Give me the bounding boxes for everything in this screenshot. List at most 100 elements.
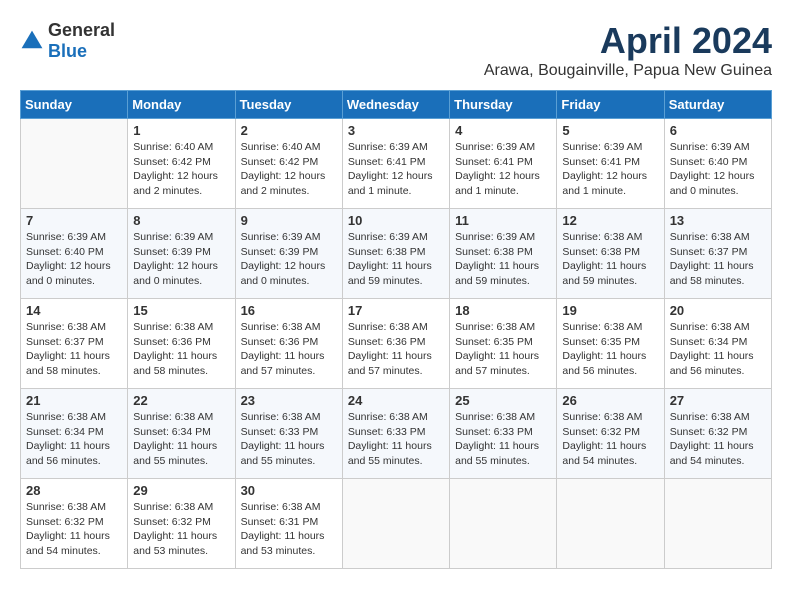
day-number: 22 bbox=[133, 393, 229, 408]
logo-icon bbox=[20, 29, 44, 53]
day-info: Sunrise: 6:39 AMSunset: 6:41 PMDaylight:… bbox=[348, 140, 444, 199]
calendar-cell: 21Sunrise: 6:38 AMSunset: 6:34 PMDayligh… bbox=[21, 389, 128, 479]
calendar-cell bbox=[450, 479, 557, 569]
day-number: 11 bbox=[455, 213, 551, 228]
calendar-cell bbox=[664, 479, 771, 569]
day-info: Sunrise: 6:38 AMSunset: 6:37 PMDaylight:… bbox=[26, 320, 122, 379]
day-number: 26 bbox=[562, 393, 658, 408]
week-row-3: 14Sunrise: 6:38 AMSunset: 6:37 PMDayligh… bbox=[21, 299, 772, 389]
day-info: Sunrise: 6:38 AMSunset: 6:36 PMDaylight:… bbox=[348, 320, 444, 379]
day-info: Sunrise: 6:38 AMSunset: 6:38 PMDaylight:… bbox=[562, 230, 658, 289]
logo-general: General bbox=[48, 20, 115, 40]
column-header-wednesday: Wednesday bbox=[342, 91, 449, 119]
day-number: 17 bbox=[348, 303, 444, 318]
day-info: Sunrise: 6:38 AMSunset: 6:37 PMDaylight:… bbox=[670, 230, 766, 289]
day-info: Sunrise: 6:38 AMSunset: 6:35 PMDaylight:… bbox=[455, 320, 551, 379]
day-number: 13 bbox=[670, 213, 766, 228]
column-header-friday: Friday bbox=[557, 91, 664, 119]
day-number: 8 bbox=[133, 213, 229, 228]
day-info: Sunrise: 6:39 AMSunset: 6:41 PMDaylight:… bbox=[455, 140, 551, 199]
day-number: 3 bbox=[348, 123, 444, 138]
week-row-4: 21 Sunrise: 6:38 AMSunset: 6:34 PMDayligh… bbox=[21, 389, 772, 479]
logo: General Blue bbox=[20, 20, 115, 62]
calendar-cell bbox=[342, 479, 449, 569]
column-header-thursday: Thursday bbox=[450, 91, 557, 119]
page-header: General Blue April 2024 Arawa, Bougainvi… bbox=[20, 20, 772, 80]
day-number: 25 bbox=[455, 393, 551, 408]
day-info: Sunrise: 6:40 AMSunset: 6:42 PMDaylight:… bbox=[133, 140, 229, 199]
day-info: Sunrise: 6:38 AMSunset: 6:32 PMDaylight:… bbox=[670, 410, 766, 469]
day-info: Sunrise: 6:39 AMSunset: 6:40 PMDaylight:… bbox=[26, 230, 122, 289]
calendar-cell: 4 Sunrise: 6:39 AMSunset: 6:41 PMDaylight… bbox=[450, 119, 557, 209]
calendar-cell: 26 Sunrise: 6:38 AMSunset: 6:32 PMDayligh… bbox=[557, 389, 664, 479]
calendar-cell: 11Sunrise: 6:39 AMSunset: 6:38 PMDayligh… bbox=[450, 209, 557, 299]
day-number: 30 bbox=[241, 483, 337, 498]
day-info: Sunrise: 6:38 AMSunset: 6:33 PMDaylight:… bbox=[455, 410, 551, 469]
day-number: 20 bbox=[670, 303, 766, 318]
day-info: Sunrise: 6:39 AMSunset: 6:39 PMDaylight:… bbox=[241, 230, 337, 289]
calendar-cell: 6 Sunrise: 6:39 AMSunset: 6:40 PMDaylight… bbox=[664, 119, 771, 209]
day-number: 9 bbox=[241, 213, 337, 228]
calendar-cell: 12 Sunrise: 6:38 AMSunset: 6:38 PMDayligh… bbox=[557, 209, 664, 299]
calendar-cell: 14Sunrise: 6:38 AMSunset: 6:37 PMDayligh… bbox=[21, 299, 128, 389]
day-number: 29 bbox=[133, 483, 229, 498]
calendar-cell: 7Sunrise: 6:39 AMSunset: 6:40 PMDaylight… bbox=[21, 209, 128, 299]
calendar-cell: 3 Sunrise: 6:39 AMSunset: 6:41 PMDaylight… bbox=[342, 119, 449, 209]
calendar-cell: 19 Sunrise: 6:38 AMSunset: 6:35 PMDayligh… bbox=[557, 299, 664, 389]
calendar-cell: 2Sunrise: 6:40 AMSunset: 6:42 PMDaylight… bbox=[235, 119, 342, 209]
day-number: 18 bbox=[455, 303, 551, 318]
calendar-cell: 25 Sunrise: 6:38 AMSunset: 6:33 PMDayligh… bbox=[450, 389, 557, 479]
day-info: Sunrise: 6:38 AMSunset: 6:32 PMDaylight:… bbox=[26, 500, 122, 559]
day-info: Sunrise: 6:39 AMSunset: 6:40 PMDaylight:… bbox=[670, 140, 766, 199]
day-number: 1 bbox=[133, 123, 229, 138]
day-info: Sunrise: 6:38 AMSunset: 6:35 PMDaylight:… bbox=[562, 320, 658, 379]
day-number: 28 bbox=[26, 483, 122, 498]
column-header-monday: Monday bbox=[128, 91, 235, 119]
location-subtitle: Arawa, Bougainville, Papua New Guinea bbox=[484, 62, 772, 80]
week-row-1: 1 Sunrise: 6:40 AMSunset: 6:42 PMDaylight… bbox=[21, 119, 772, 209]
day-number: 27 bbox=[670, 393, 766, 408]
calendar-cell: 30 Sunrise: 6:38 AMSunset: 6:31 PMDayligh… bbox=[235, 479, 342, 569]
calendar-table: SundayMondayTuesdayWednesdayThursdayFrid… bbox=[20, 90, 772, 569]
day-info: Sunrise: 6:38 AMSunset: 6:32 PMDaylight:… bbox=[133, 500, 229, 559]
calendar-cell: 13 Sunrise: 6:38 AMSunset: 6:37 PMDayligh… bbox=[664, 209, 771, 299]
week-row-2: 7Sunrise: 6:39 AMSunset: 6:40 PMDaylight… bbox=[21, 209, 772, 299]
day-number: 5 bbox=[562, 123, 658, 138]
day-info: Sunrise: 6:38 AMSunset: 6:32 PMDaylight:… bbox=[562, 410, 658, 469]
day-info: Sunrise: 6:38 AMSunset: 6:33 PMDaylight:… bbox=[241, 410, 337, 469]
calendar-cell: 23 Sunrise: 6:38 AMSunset: 6:33 PMDayligh… bbox=[235, 389, 342, 479]
calendar-cell: 16Sunrise: 6:38 AMSunset: 6:36 PMDayligh… bbox=[235, 299, 342, 389]
calendar-cell: 18 Sunrise: 6:38 AMSunset: 6:35 PMDayligh… bbox=[450, 299, 557, 389]
calendar-cell: 17 Sunrise: 6:38 AMSunset: 6:36 PMDayligh… bbox=[342, 299, 449, 389]
header-row: SundayMondayTuesdayWednesdayThursdayFrid… bbox=[21, 91, 772, 119]
day-info: Sunrise: 6:39 AMSunset: 6:41 PMDaylight:… bbox=[562, 140, 658, 199]
calendar-cell: 10Sunrise: 6:39 AMSunset: 6:38 PMDayligh… bbox=[342, 209, 449, 299]
day-number: 19 bbox=[562, 303, 658, 318]
calendar-cell: 24 Sunrise: 6:38 AMSunset: 6:33 PMDayligh… bbox=[342, 389, 449, 479]
column-header-sunday: Sunday bbox=[21, 91, 128, 119]
column-header-saturday: Saturday bbox=[664, 91, 771, 119]
week-row-5: 28 Sunrise: 6:38 AMSunset: 6:32 PMDayligh… bbox=[21, 479, 772, 569]
month-year-title: April 2024 bbox=[484, 20, 772, 62]
day-info: Sunrise: 6:38 AMSunset: 6:31 PMDaylight:… bbox=[241, 500, 337, 559]
day-info: Sunrise: 6:38 AMSunset: 6:36 PMDaylight:… bbox=[133, 320, 229, 379]
day-info: Sunrise: 6:39 AMSunset: 6:39 PMDaylight:… bbox=[133, 230, 229, 289]
title-block: April 2024 Arawa, Bougainville, Papua Ne… bbox=[484, 20, 772, 80]
day-number: 23 bbox=[241, 393, 337, 408]
logo-blue: Blue bbox=[48, 41, 87, 61]
day-info: Sunrise: 6:38 AMSunset: 6:34 PMDaylight:… bbox=[133, 410, 229, 469]
day-number: 10 bbox=[348, 213, 444, 228]
day-info: Sunrise: 6:40 AMSunset: 6:42 PMDaylight:… bbox=[241, 140, 337, 199]
day-number: 4 bbox=[455, 123, 551, 138]
day-number: 12 bbox=[562, 213, 658, 228]
calendar-cell bbox=[21, 119, 128, 209]
day-number: 6 bbox=[670, 123, 766, 138]
day-info: Sunrise: 6:38 AMSunset: 6:34 PMDaylight:… bbox=[670, 320, 766, 379]
day-info: Sunrise: 6:38 AMSunset: 6:33 PMDaylight:… bbox=[348, 410, 444, 469]
day-number: 21 bbox=[26, 393, 122, 408]
calendar-cell: 28 Sunrise: 6:38 AMSunset: 6:32 PMDayligh… bbox=[21, 479, 128, 569]
day-number: 15 bbox=[133, 303, 229, 318]
calendar-cell: 15 Sunrise: 6:38 AMSunset: 6:36 PMDayligh… bbox=[128, 299, 235, 389]
calendar-cell: 8 Sunrise: 6:39 AMSunset: 6:39 PMDaylight… bbox=[128, 209, 235, 299]
day-number: 24 bbox=[348, 393, 444, 408]
